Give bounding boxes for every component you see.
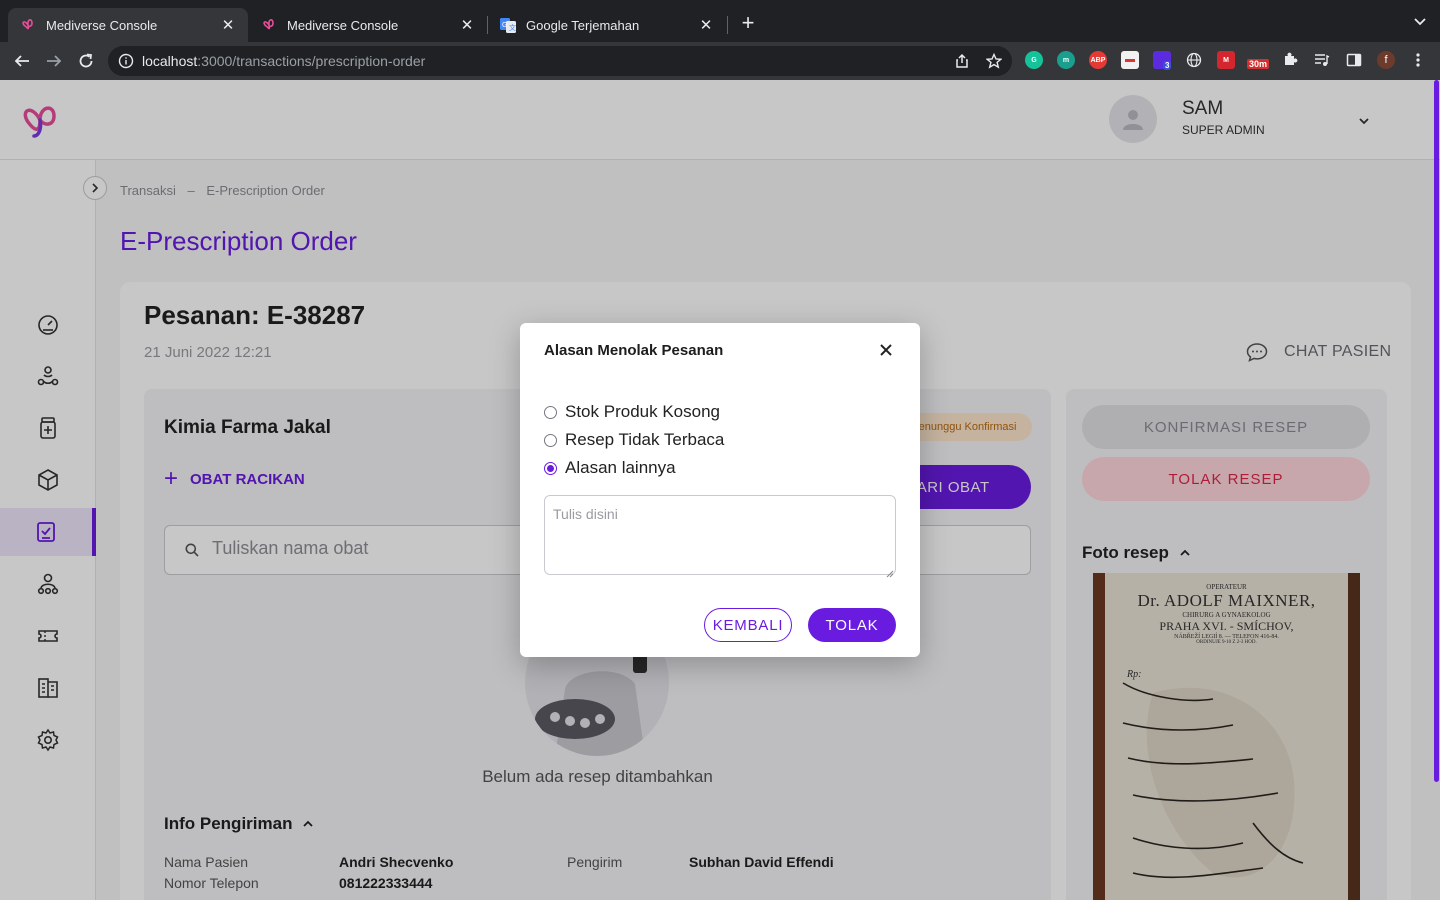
media-control-icon[interactable]	[1313, 51, 1331, 69]
url-text: localhost:3000/transactions/prescription…	[142, 53, 426, 69]
mediverse-favicon-icon	[261, 17, 277, 33]
resize-grip-icon[interactable]	[886, 565, 894, 583]
page-scrollbar[interactable]	[1434, 80, 1439, 782]
reject-reason-modal: Alasan Menolak Pesanan Stok Produk Koson…	[520, 323, 920, 657]
reason-textarea[interactable]	[544, 495, 896, 575]
new-tab-button[interactable]: +	[736, 12, 760, 36]
browser-tab-2[interactable]: Mediverse Console ✕	[249, 8, 487, 42]
reason-option-label: Alasan lainnya	[565, 458, 676, 477]
reason-option-label: Resep Tidak Terbaca	[565, 430, 725, 449]
reject-button[interactable]: TOLAK	[808, 608, 896, 642]
tab-title: Mediverse Console	[46, 17, 158, 33]
notes-extension-icon[interactable]	[1121, 51, 1139, 69]
bookmark-star-icon[interactable]	[985, 52, 1003, 69]
close-tab-icon[interactable]: ✕	[220, 16, 236, 34]
profile-avatar[interactable]: f	[1377, 51, 1395, 69]
browser-tab-3[interactable]: G文 Google Terjemahan ✕	[488, 8, 726, 42]
globe-extension-icon[interactable]	[1185, 51, 1203, 69]
site-info-icon[interactable]	[118, 53, 134, 74]
share-icon[interactable]	[954, 53, 970, 69]
close-tab-icon[interactable]: ✕	[698, 16, 714, 34]
adblock-extension-icon[interactable]: ABP	[1089, 51, 1107, 69]
tab-title: Google Terjemahan	[526, 17, 640, 33]
reason-option-unreadable[interactable]: Resep Tidak Terbaca	[544, 430, 724, 450]
side-panel-icon[interactable]	[1345, 51, 1363, 69]
reason-option-label: Stok Produk Kosong	[565, 402, 720, 421]
browser-tab-1[interactable]: Mediverse Console ✕	[8, 8, 248, 42]
svg-text:G: G	[502, 22, 507, 29]
radio-button[interactable]	[544, 433, 557, 447]
back-icon[interactable]	[12, 51, 32, 71]
timer-badge: 30m	[1247, 59, 1270, 69]
radio-button-selected[interactable]	[544, 461, 557, 475]
browser-toolbar: localhost:3000/transactions/prescription…	[0, 42, 1440, 80]
google-translate-icon: G文	[500, 17, 516, 33]
browser-tab-bar: Mediverse Console ✕ Mediverse Console ✕ …	[0, 0, 1440, 42]
reload-icon[interactable]	[76, 51, 96, 71]
puzzle-extensions-icon[interactable]	[1281, 51, 1299, 69]
close-icon[interactable]	[876, 340, 896, 360]
grammarly-extension-icon[interactable]: G	[1025, 51, 1043, 69]
address-bar[interactable]: localhost:3000/transactions/prescription…	[108, 46, 1012, 76]
close-tab-icon[interactable]: ✕	[459, 16, 475, 34]
mendeley-extension-icon[interactable]: M	[1217, 51, 1235, 69]
reason-option-other[interactable]: Alasan lainnya	[544, 458, 676, 478]
radio-button[interactable]	[544, 405, 557, 419]
mediverse-favicon-icon	[20, 17, 36, 33]
extension-with-badge-icon[interactable]: 3	[1153, 51, 1172, 70]
modal-title: Alasan Menolak Pesanan	[544, 342, 724, 359]
reason-option-stock[interactable]: Stok Produk Kosong	[544, 402, 720, 422]
profile-initial: f	[1384, 54, 1388, 66]
extension-badge-count: 3	[1163, 61, 1172, 70]
tab-title: Mediverse Console	[287, 17, 399, 33]
timer-extension-icon[interactable]: 30m	[1247, 51, 1270, 69]
m-extension-icon[interactable]: m	[1057, 51, 1075, 69]
svg-text:文: 文	[509, 23, 516, 32]
back-button[interactable]: KEMBALI	[704, 608, 792, 642]
tab-search-icon[interactable]	[1414, 14, 1426, 29]
forward-icon[interactable]	[44, 51, 64, 71]
tab-divider	[727, 16, 728, 34]
browser-menu-icon[interactable]	[1409, 51, 1427, 69]
